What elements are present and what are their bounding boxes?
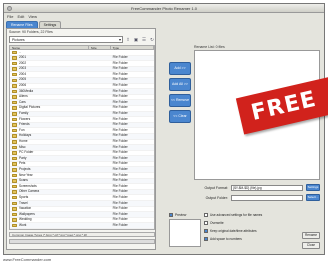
rename-button[interactable]: Rename (302, 232, 320, 239)
folder-icon (12, 50, 17, 55)
option-add-space-checkbox[interactable] (204, 237, 208, 241)
list-view-icon[interactable]: ☰ (141, 36, 147, 43)
row-name: Work (19, 222, 27, 227)
row-name-cell: Work (10, 223, 89, 229)
horizontal-scrollbar[interactable] (9, 239, 155, 244)
tab-settings[interactable]: Settings (38, 21, 62, 28)
folder-icon (12, 190, 17, 194)
close-button[interactable]: Close (302, 242, 320, 249)
folder-icon (12, 212, 17, 217)
folder-icon (12, 67, 17, 71)
tab-rename-files[interactable]: Rename Files (6, 21, 38, 28)
file-list[interactable]: .. 2001 File Folder 2002 File Folder 2003 File… (9, 50, 155, 230)
path-toolbar: Pictures ▾ ⇧ ▣ ☰ ↻ (9, 36, 155, 43)
folder-icon (12, 112, 17, 116)
select-folder-button[interactable]: Select... (306, 194, 320, 201)
menu-bar: File Edit View (4, 13, 324, 20)
column-size[interactable]: Size (89, 46, 111, 50)
chevron-down-icon: ▾ (118, 37, 121, 42)
option-keep-date[interactable]: Keep original date/time attributes (204, 229, 257, 233)
menu-file[interactable]: File (7, 13, 13, 20)
folder-icon (12, 201, 17, 206)
folder-icon (12, 123, 17, 127)
folder-icon (12, 134, 17, 138)
option-add-space-label: Add space to numbers (210, 237, 242, 241)
file-type-filter[interactable]: Common Image Types (*.bmp;*.gif;*.jpg;*.… (9, 232, 155, 237)
output-folder-field[interactable] (231, 194, 303, 201)
menu-edit[interactable]: Edit (17, 13, 24, 20)
option-keep-date-checkbox[interactable] (204, 229, 208, 233)
output-folder-row: Output Folder: Select... (194, 194, 320, 201)
rename-list-label: Rename List: 0 files (194, 45, 225, 49)
option-advanced[interactable]: Use advanced settings for file names (204, 213, 262, 217)
folder-icon (12, 151, 17, 155)
folder-icon (12, 56, 17, 60)
option-advanced-checkbox[interactable] (204, 213, 208, 217)
add-all-button[interactable]: Add All >> (169, 78, 191, 91)
preview-image (169, 219, 201, 247)
folder-icon (12, 218, 17, 222)
folder-icon (12, 117, 17, 122)
row-type: File Folder (112, 222, 128, 227)
option-overwrite-label: Overwrite (210, 221, 224, 225)
folder-icon (12, 89, 17, 94)
folder-up-icon[interactable]: ⇧ (125, 36, 131, 43)
folder-icon (12, 72, 17, 77)
settings-button[interactable]: Settings (306, 184, 320, 191)
output-format-label: Output Format: (204, 185, 228, 190)
output-format-field[interactable]: {$Y-$M-$D} {file}.jpg (231, 184, 303, 191)
folder-icon (12, 61, 17, 66)
menu-view[interactable]: View (28, 13, 37, 20)
app-window: FreeCommander Photo Renamer 1.0 File Edi… (3, 3, 325, 255)
folder-icon (12, 145, 17, 150)
table-row[interactable]: Work File Folder (10, 223, 154, 229)
folder-icon (12, 168, 17, 172)
option-keep-date-label: Keep original date/time attributes (210, 229, 257, 233)
title-bar: FreeCommander Photo Renamer 1.0 (4, 4, 324, 13)
folder-icon (12, 223, 17, 228)
folder-icon (12, 78, 17, 83)
window-title: FreeCommander Photo Renamer 1.0 (130, 6, 198, 11)
path-dropdown[interactable]: Pictures ▾ (9, 36, 123, 43)
column-type[interactable]: Type (111, 46, 154, 50)
remove-button[interactable]: << Remove (169, 94, 191, 107)
folder-icon (12, 179, 17, 183)
preview-checkbox[interactable] (169, 213, 173, 217)
folder-icon (12, 195, 17, 200)
window-control-icon[interactable] (7, 6, 12, 11)
source-label: Source: 90 Folders, 22 Files (9, 30, 53, 34)
new-folder-icon[interactable]: ▣ (133, 36, 139, 43)
path-value: Pictures (12, 38, 25, 42)
website-url: www.FreeCommander.com (3, 257, 52, 262)
folder-icon (12, 100, 17, 105)
preview-toggle[interactable]: Preview (169, 213, 186, 217)
folder-icon (12, 184, 17, 189)
column-name[interactable]: Name (10, 46, 89, 50)
stage: FreeCommander Photo Renamer 1.0 File Edi… (0, 0, 328, 266)
folder-icon (12, 140, 17, 144)
add-button[interactable]: Add >> (169, 62, 191, 75)
option-add-space[interactable]: Add space to numbers (204, 237, 242, 241)
folder-icon (12, 106, 17, 110)
folder-icon (12, 173, 17, 178)
source-pane: Source: 90 Folders, 22 Files Pictures ▾ … (6, 28, 156, 250)
folder-icon (12, 128, 17, 133)
output-format-row: Output Format: {$Y-$M-$D} {file}.jpg Set… (194, 184, 320, 191)
refresh-icon[interactable]: ↻ (149, 36, 155, 43)
folder-icon (12, 156, 17, 161)
tab-strip: Rename Files Settings (6, 21, 62, 28)
option-advanced-label: Use advanced settings for file names (210, 213, 263, 217)
folder-icon (12, 84, 17, 88)
output-folder-label: Output Folder: (205, 195, 228, 200)
option-overwrite-checkbox[interactable] (204, 221, 208, 225)
folder-icon (12, 207, 17, 211)
preview-label: Preview (175, 213, 187, 217)
folder-icon (12, 162, 17, 166)
clear-button[interactable]: << Clear (169, 110, 191, 123)
folder-icon (12, 95, 17, 99)
option-overwrite[interactable]: Overwrite (204, 221, 224, 225)
